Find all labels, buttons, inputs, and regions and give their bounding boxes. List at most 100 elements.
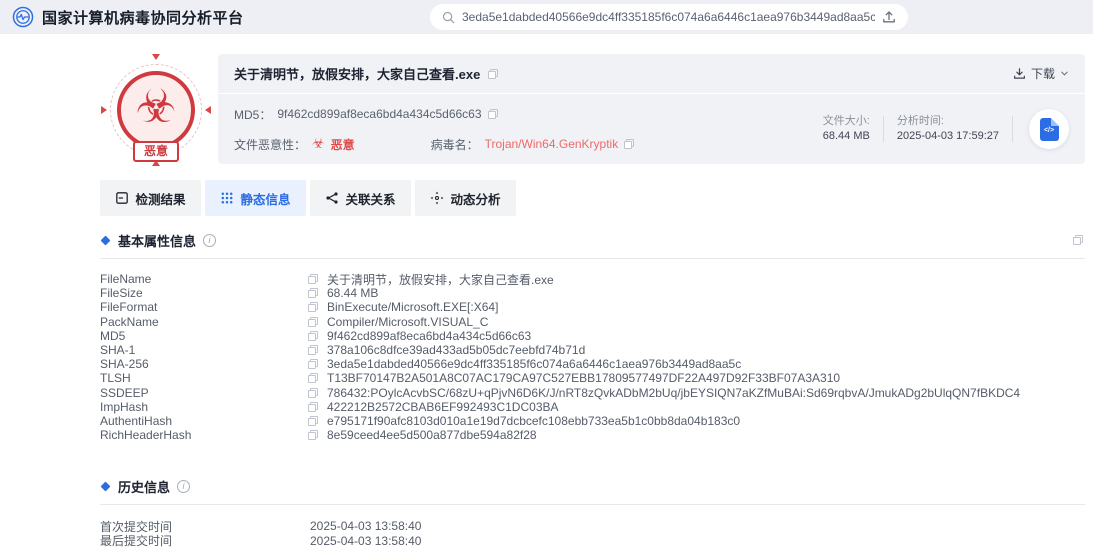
md5-line: MD5： 9f462cd899af8eca6bd4a434c5d66c63 (234, 106, 634, 123)
row-value: Compiler/Microsoft.VISUAL_C (327, 315, 488, 329)
row-value: 关于清明节，放假安排，大家自己查看.exe (327, 271, 554, 288)
file-stats: 文件大小: 68.44 MB 分析时间: 2025-04-03 17:59:27 (810, 109, 1069, 149)
biohazard-small-icon (312, 137, 325, 151)
virus-name[interactable]: Trojan/Win64.GenKryptik (485, 137, 619, 151)
analysis-time-stat: 分析时间: 2025-04-03 17:59:27 (884, 114, 1012, 144)
copy-icon[interactable] (308, 317, 318, 327)
top-header: 国家计算机病毒协同分析平台 (0, 0, 1093, 34)
tab-label: 动态分析 (450, 189, 500, 208)
row-value: 9f462cd899af8eca6bd4a434c5d66c63 (327, 329, 531, 343)
file-title-row: 关于清明节，放假安排，大家自己查看.exe 下载 (218, 54, 1085, 94)
copy-icon[interactable] (308, 416, 318, 426)
download-button[interactable]: 下载 (1013, 65, 1069, 82)
copy-section-icon[interactable] (1073, 235, 1083, 245)
biohazard-icon (135, 91, 176, 129)
hash-search-bar[interactable] (430, 4, 908, 30)
section-title: 历史信息 (118, 477, 170, 496)
table-row: AuthentiHash e795171f90afc8103d010a1e19d… (100, 414, 1085, 428)
table-row: PackName Compiler/Microsoft.VISUAL_C (100, 315, 1085, 329)
maliciousness-label: 文件恶意性： (234, 136, 306, 153)
copy-icon[interactable] (308, 288, 318, 298)
badge-arrow-icon (101, 106, 111, 114)
table-row: ImpHash 422212B2572CBAB6EF992493C1DC03BA (100, 400, 1085, 414)
tab-static-info[interactable]: 静态信息 (205, 180, 306, 216)
history-info-table: 首次提交时间 2025-04-03 13:58:40 最后提交时间 2025-0… (100, 519, 1085, 547)
info-icon[interactable] (177, 480, 190, 493)
copy-icon[interactable] (308, 331, 318, 341)
verdict-banner: 恶意 (133, 141, 179, 162)
badge-arrow-icon (201, 106, 211, 114)
file-size-stat: 文件大小: 68.44 MB (810, 114, 883, 144)
main-content: 恶意 关于清明节，放假安排，大家自己查看.exe 下载 (0, 54, 1093, 548)
section-title: 基本属性信息 (118, 231, 196, 250)
row-label: RichHeaderHash (100, 428, 308, 442)
copy-md5-icon[interactable] (488, 109, 498, 119)
copy-icon[interactable] (308, 345, 318, 355)
file-summary-section: 恶意 关于清明节，放假安排，大家自己查看.exe 下载 (100, 54, 1085, 166)
copy-icon[interactable] (308, 274, 318, 284)
tab-label: 静态信息 (240, 189, 290, 208)
basic-info-table: FileName 关于清明节，放假安排，大家自己查看.exe FileSize … (100, 272, 1085, 442)
file-size-value: 68.44 MB (823, 129, 870, 144)
table-row: SHA-256 3eda5e1dabded40566e9dc4ff335185f… (100, 357, 1085, 371)
md5-label: MD5： (234, 106, 271, 123)
search-icon (442, 11, 455, 24)
section-diamond-icon (101, 235, 111, 245)
row-value: T13BF70147B2A501A8C07AC179CA97C527EBB178… (327, 371, 840, 385)
copy-icon[interactable] (308, 388, 318, 398)
row-label: SHA-256 (100, 357, 308, 371)
md5-value: 9f462cd899af8eca6bd4a434c5d66c63 (277, 107, 481, 121)
row-label: MD5 (100, 329, 308, 343)
row-label: PackName (100, 315, 308, 329)
download-icon (1013, 67, 1026, 80)
analysis-report-button[interactable] (1029, 109, 1069, 149)
virus-name-label: 病毒名： (431, 136, 479, 153)
row-value: 786432:POylcAcvbSC/68zU+qPjvN6D6K/J/nRT8… (327, 386, 1020, 400)
verdict-line: 文件恶意性： 恶意 病毒名： Trojan/Win64.GenKryptik (234, 136, 634, 153)
row-value: 2025-04-03 13:58:40 (310, 519, 421, 533)
file-info-card: 关于清明节，放假安排，大家自己查看.exe 下载 MD5： (218, 54, 1085, 164)
history-info-header: 历史信息 (100, 474, 1085, 498)
row-value: 8e59ceed4ee5d500a877dbe594a82f28 (327, 428, 537, 442)
copy-icon[interactable] (308, 402, 318, 412)
analysis-time-value: 2025-04-03 17:59:27 (897, 129, 999, 144)
tab-dynamic-analysis[interactable]: 动态分析 (415, 180, 516, 216)
dynamic-motion-icon (430, 191, 444, 205)
history-info-section: 历史信息 首次提交时间 2025-04-03 13:58:40 最后提交时间 2… (100, 474, 1085, 547)
report-icon (115, 191, 129, 205)
search-input[interactable] (462, 10, 875, 24)
row-label: TLSH (100, 371, 308, 385)
table-row: FileSize 68.44 MB (100, 286, 1085, 300)
row-value: BinExecute/Microsoft.EXE[:X64] (327, 300, 498, 314)
copy-filename-icon[interactable] (488, 69, 498, 79)
tab-label: 检测结果 (135, 189, 185, 208)
badge-circle (117, 71, 195, 149)
divider (100, 258, 1085, 259)
upload-icon[interactable] (882, 10, 896, 24)
file-size-label: 文件大小: (823, 114, 870, 129)
malicious-verdict-badge: 恶意 (100, 54, 212, 166)
table-row: SHA-1 378a106c8dfce39ad433ad5b05dc7eebfd… (100, 343, 1085, 357)
copy-icon[interactable] (308, 302, 318, 312)
copy-virus-name-icon[interactable] (624, 139, 634, 149)
share-network-icon (325, 191, 339, 205)
copy-icon[interactable] (308, 373, 318, 383)
tab-relations[interactable]: 关联关系 (310, 180, 411, 216)
maliciousness-value: 恶意 (331, 136, 355, 153)
file-meta-row: MD5： 9f462cd899af8eca6bd4a434c5d66c63 文件… (218, 94, 1085, 164)
row-label: FileSize (100, 286, 308, 300)
table-row: MD5 9f462cd899af8eca6bd4a434c5d66c63 (100, 329, 1085, 343)
file-name: 关于清明节，放假安排，大家自己查看.exe (234, 64, 480, 83)
copy-icon[interactable] (308, 359, 318, 369)
row-label: SSDEEP (100, 386, 308, 400)
row-label: SHA-1 (100, 343, 308, 357)
detail-tabs: 检测结果 静态信息 关联关系 (100, 180, 1085, 216)
info-icon[interactable] (203, 234, 216, 247)
basic-info-header: 基本属性信息 (100, 228, 1085, 252)
row-value: 378a106c8dfce39ad433ad5b05dc7eebfd74b71d (327, 343, 585, 357)
copy-icon[interactable] (308, 430, 318, 440)
row-label: 最后提交时间 (100, 532, 310, 549)
download-label: 下载 (1031, 65, 1055, 82)
table-row: RichHeaderHash 8e59ceed4ee5d500a877dbe59… (100, 428, 1085, 442)
tab-detection-result[interactable]: 检测结果 (100, 180, 201, 216)
